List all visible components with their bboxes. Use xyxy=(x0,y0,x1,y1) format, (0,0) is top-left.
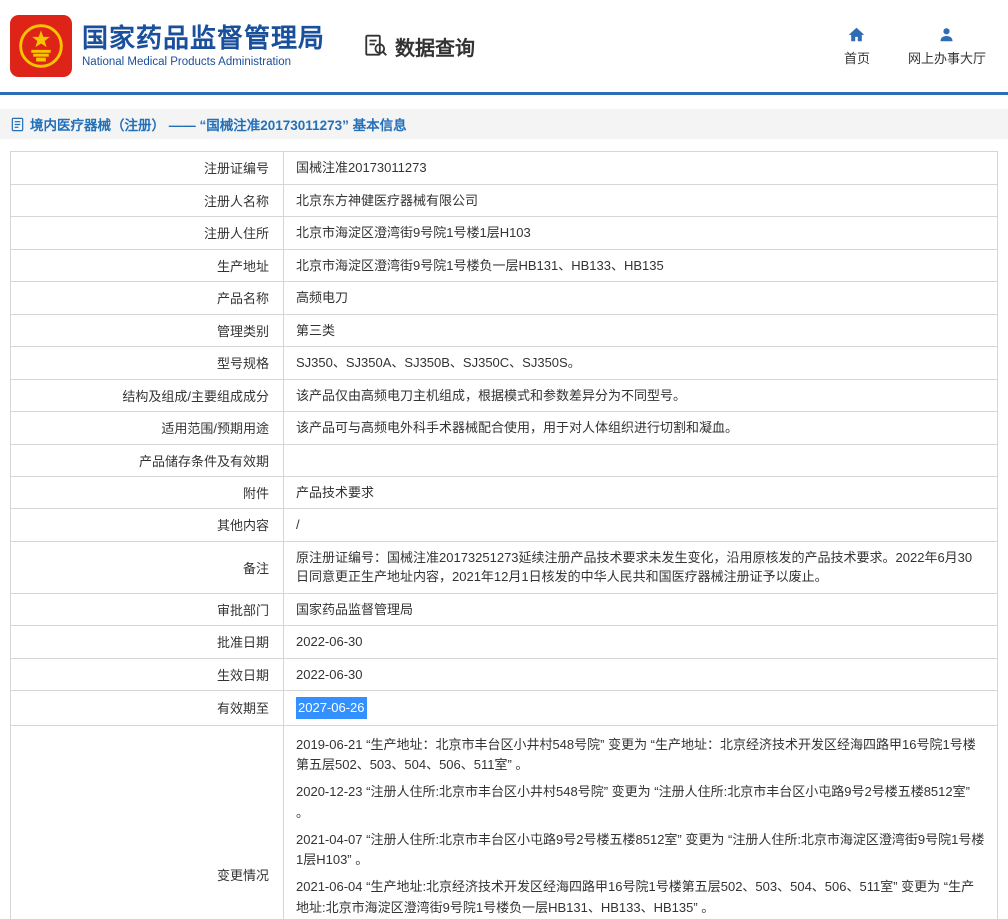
table-row: 产品储存条件及有效期 xyxy=(11,444,997,476)
table-row: 结构及组成/主要组成成分该产品仅由高频电刀主机组成，根据模式和参数差异分为不同型… xyxy=(11,379,997,412)
data-query-icon xyxy=(363,33,389,59)
agency-title-block: 国家药品监督管理局 National Medical Products Admi… xyxy=(82,24,325,69)
field-value: 北京市海淀区澄湾街9号院1号楼1层H103 xyxy=(283,217,997,249)
field-label: 产品名称 xyxy=(11,282,283,314)
field-value: 国械注准20173011273 xyxy=(283,152,997,184)
site-header: 国家药品监督管理局 National Medical Products Admi… xyxy=(0,0,1008,95)
field-label: 变更情况 xyxy=(11,726,283,919)
table-row: 批准日期2022-06-30 xyxy=(11,625,997,658)
user-icon xyxy=(938,26,955,43)
field-label: 生效日期 xyxy=(11,659,283,691)
table-row: 变更情况 2019-06-21 “生产地址：北京市丰台区小井村548号院” 变更为… xyxy=(11,725,997,919)
field-value: 北京东方神健医疗器械有限公司 xyxy=(283,185,997,217)
field-label: 管理类别 xyxy=(11,315,283,347)
field-value: 2022-06-30 xyxy=(283,626,997,658)
field-label: 生产地址 xyxy=(11,250,283,282)
field-value: 北京市海淀区澄湾街9号院1号楼负一层HB131、HB133、HB135 xyxy=(283,250,997,282)
field-value: 2019-06-21 “生产地址：北京市丰台区小井村548号院” 变更为 “生产… xyxy=(283,726,997,919)
field-label: 结构及组成/主要组成成分 xyxy=(11,380,283,412)
field-value: 2027-06-26 xyxy=(283,691,997,725)
nav-service-hall[interactable]: 网上办事大厅 xyxy=(908,26,986,67)
table-row: 生效日期2022-06-30 xyxy=(11,658,997,691)
table-row: 审批部门国家药品监督管理局 xyxy=(11,593,997,626)
module-title-block: 数据查询 xyxy=(363,32,475,61)
table-row: 注册人住所北京市海淀区澄湾街9号院1号楼1层H103 xyxy=(11,216,997,249)
field-label: 注册人住所 xyxy=(11,217,283,249)
table-row: 管理类别第三类 xyxy=(11,314,997,347)
document-icon xyxy=(10,117,25,132)
field-value: SJ350、SJ350A、SJ350B、SJ350C、SJ350S。 xyxy=(283,347,997,379)
field-label: 型号规格 xyxy=(11,347,283,379)
field-label: 批准日期 xyxy=(11,626,283,658)
field-value: 该产品可与高频电外科手术器械配合使用，用于对人体组织进行切割和凝血。 xyxy=(283,412,997,444)
change-record: 2020-12-23 “注册人住所:北京市丰台区小井村548号院” 变更为 “注… xyxy=(296,782,985,824)
field-value: 高频电刀 xyxy=(283,282,997,314)
page: 国家药品监督管理局 National Medical Products Admi… xyxy=(0,0,1008,919)
nmpa-emblem-logo xyxy=(10,15,72,77)
table-row: 注册人名称北京东方神健医疗器械有限公司 xyxy=(11,184,997,217)
table-row: 备注原注册证编号：国械注准20173251273延续注册产品技术要求未发生变化，… xyxy=(11,541,997,593)
field-label: 备注 xyxy=(11,542,283,593)
nav-hall-label: 网上办事大厅 xyxy=(908,48,986,67)
field-label: 有效期至 xyxy=(11,691,283,725)
nav-home[interactable]: 首页 xyxy=(844,26,870,67)
field-value: 原注册证编号：国械注准20173251273延续注册产品技术要求未发生变化，沿用… xyxy=(283,542,997,593)
selected-text: 2027-06-26 xyxy=(296,697,367,719)
agency-name-en: National Medical Products Administration xyxy=(82,56,325,68)
table-row: 产品名称高频电刀 xyxy=(11,281,997,314)
nav-home-label: 首页 xyxy=(844,48,870,67)
field-label: 适用范围/预期用途 xyxy=(11,412,283,444)
home-icon xyxy=(848,26,865,43)
table-row: 型号规格SJ350、SJ350A、SJ350B、SJ350C、SJ350S。 xyxy=(11,346,997,379)
table-row: 其他内容/ xyxy=(11,508,997,541)
change-record: 2021-06-04 “生产地址:北京经济技术开发区经海四路甲16号院1号楼第五… xyxy=(296,877,985,919)
table-row: 适用范围/预期用途该产品可与高频电外科手术器械配合使用，用于对人体组织进行切割和… xyxy=(11,411,997,444)
change-record: 2019-06-21 “生产地址：北京市丰台区小井村548号院” 变更为 “生产… xyxy=(296,735,985,777)
breadcrumb: 境内医疗器械（注册） —— “国械注准20173011273” 基本信息 xyxy=(0,109,1008,139)
agency-name-cn: 国家药品监督管理局 xyxy=(82,24,325,54)
field-value: 产品技术要求 xyxy=(283,477,997,509)
field-value xyxy=(283,445,997,476)
field-label: 注册人名称 xyxy=(11,185,283,217)
field-label: 产品储存条件及有效期 xyxy=(11,445,283,476)
table-row: 生产地址北京市海淀区澄湾街9号院1号楼负一层HB131、HB133、HB135 xyxy=(11,249,997,282)
table-row: 附件产品技术要求 xyxy=(11,476,997,509)
field-label: 附件 xyxy=(11,477,283,509)
field-value: 2022-06-30 xyxy=(283,659,997,691)
table-row: 注册证编号国械注准20173011273 xyxy=(11,152,997,184)
breadcrumb-text: 境内医疗器械（注册） —— “国械注准20173011273” 基本信息 xyxy=(30,114,407,134)
registration-info-table: 注册证编号国械注准20173011273注册人名称北京东方神健医疗器械有限公司注… xyxy=(10,151,998,919)
field-value: 国家药品监督管理局 xyxy=(283,594,997,626)
field-value: 该产品仅由高频电刀主机组成，根据模式和参数差异分为不同型号。 xyxy=(283,380,997,412)
table-row: 有效期至 2027-06-26 xyxy=(11,690,997,725)
field-label: 注册证编号 xyxy=(11,152,283,184)
field-label: 审批部门 xyxy=(11,594,283,626)
field-value: 第三类 xyxy=(283,315,997,347)
field-label: 其他内容 xyxy=(11,509,283,541)
top-navigation: 首页 网上办事大厅 xyxy=(844,26,986,67)
change-record: 2021-04-07 “注册人住所:北京市丰台区小屯路9号2号楼五楼8512室”… xyxy=(296,830,985,872)
module-title: 数据查询 xyxy=(395,32,475,61)
field-value: / xyxy=(283,509,997,541)
